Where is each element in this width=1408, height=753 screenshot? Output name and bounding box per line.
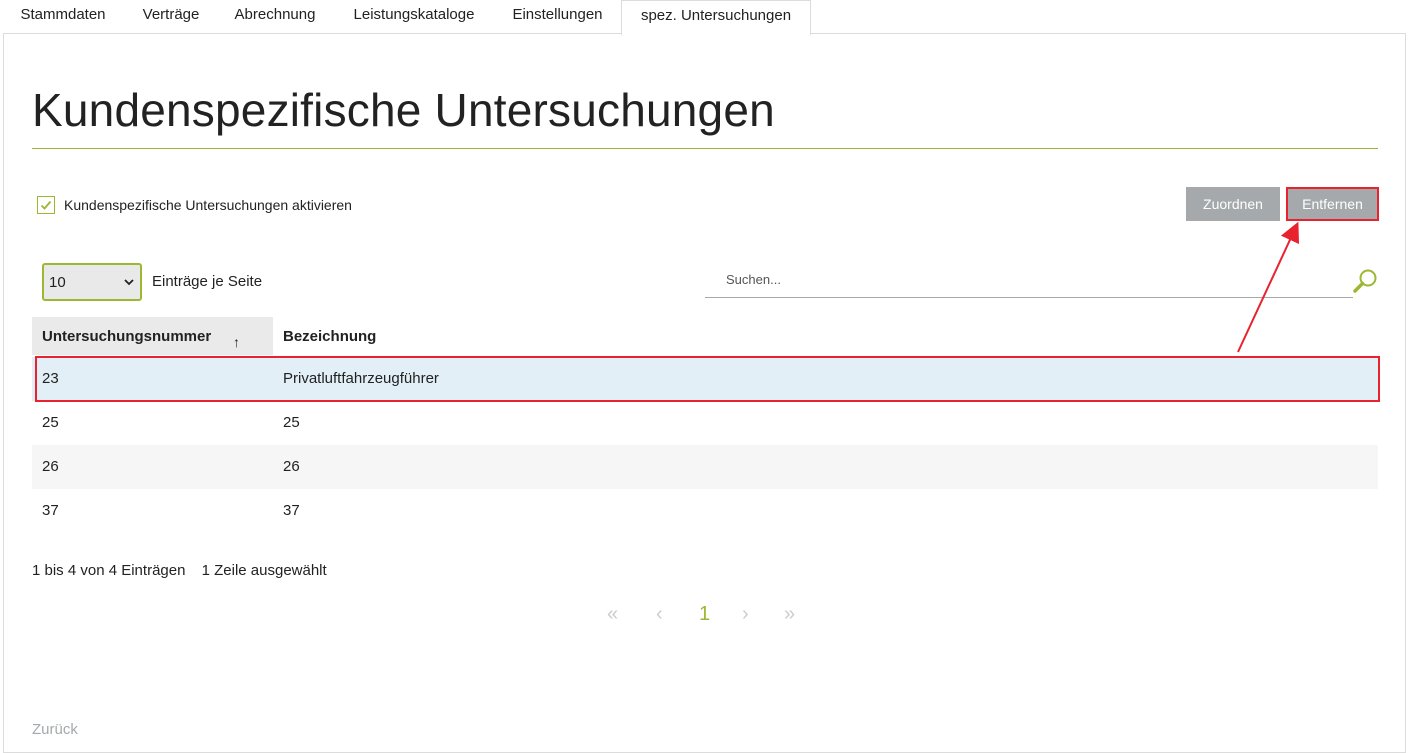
- back-link[interactable]: Zurück: [32, 721, 78, 738]
- pager-current-page[interactable]: 1: [699, 603, 710, 626]
- cell-name: Privatluftfahrzeugführer: [283, 370, 439, 387]
- cell-number: 25: [42, 414, 59, 431]
- chevron-down-icon: [124, 279, 134, 286]
- page-title: Kundenspezifische Untersuchungen: [32, 84, 775, 136]
- cell-name: 37: [283, 502, 300, 519]
- pager-next[interactable]: ›: [742, 603, 749, 626]
- cell-number: 26: [42, 458, 59, 475]
- tab-spez-untersuchungen[interactable]: spez. Untersuchungen: [621, 0, 811, 35]
- sort-arrow-icon: ↑: [233, 334, 240, 350]
- tab-abrechnung[interactable]: Abrechnung: [216, 0, 334, 33]
- search-icon[interactable]: [1352, 268, 1378, 294]
- pager-last[interactable]: »: [784, 603, 795, 626]
- pager-prev[interactable]: ‹: [656, 603, 663, 626]
- column-header-number-label: Untersuchungsnummer: [42, 328, 212, 345]
- cell-number: 37: [42, 502, 59, 519]
- pager-first[interactable]: «: [607, 603, 618, 626]
- tab-vertraege[interactable]: Verträge: [126, 0, 216, 33]
- entries-count: 1 bis 4 von 4 Einträgen: [32, 562, 186, 579]
- page-size-select[interactable]: 10: [42, 263, 142, 301]
- column-header-number[interactable]: Untersuchungsnummer ↑: [32, 317, 273, 355]
- table-row[interactable]: 23 Privatluftfahrzeugführer: [32, 357, 1378, 401]
- table-row[interactable]: 37 37: [32, 489, 1378, 533]
- tab-bar: Stammdaten Verträge Abrechnung Leistungs…: [0, 0, 1408, 35]
- column-header-name-label: Bezeichnung: [283, 328, 377, 345]
- table-info: 1 bis 4 von 4 Einträgen 1 Zeile ausgewäh…: [32, 562, 339, 579]
- cell-name: 25: [283, 414, 300, 431]
- selection-count: 1 Zeile ausgewählt: [201, 562, 327, 579]
- per-page-label: Einträge je Seite: [152, 273, 263, 290]
- tab-einstellungen[interactable]: Einstellungen: [494, 0, 621, 33]
- activate-label: Kundenspezifische Untersuchungen aktivie…: [64, 197, 352, 213]
- cell-number: 23: [42, 370, 59, 387]
- assign-button[interactable]: Zuordnen: [1186, 187, 1280, 221]
- remove-button[interactable]: Entfernen: [1286, 187, 1379, 221]
- activate-checkbox[interactable]: [37, 196, 55, 214]
- tab-stammdaten[interactable]: Stammdaten: [0, 0, 126, 33]
- column-header-name[interactable]: Bezeichnung: [273, 317, 1378, 355]
- checkmark-icon: [40, 200, 52, 210]
- table-row[interactable]: 25 25: [32, 401, 1378, 445]
- table-row[interactable]: 26 26: [32, 445, 1378, 489]
- page-size-value: 10: [49, 274, 66, 291]
- tab-leistungskataloge[interactable]: Leistungskataloge: [334, 0, 494, 33]
- title-divider: [32, 148, 1378, 149]
- search-input[interactable]: [705, 262, 1353, 298]
- cell-name: 26: [283, 458, 300, 475]
